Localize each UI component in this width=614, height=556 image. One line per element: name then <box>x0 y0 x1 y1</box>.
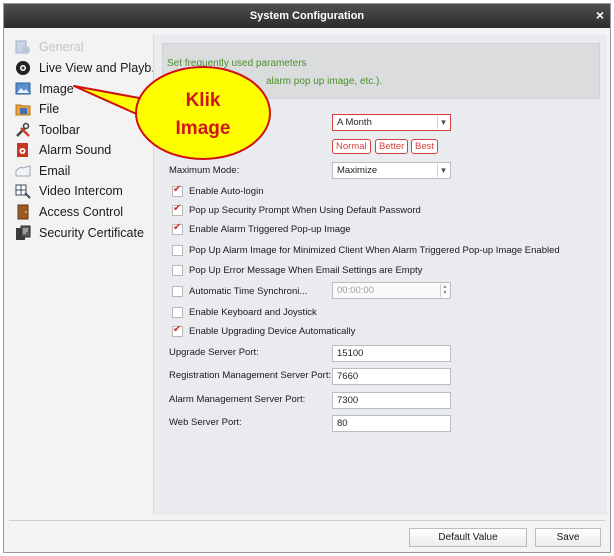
sidebar-item-label: Image <box>39 82 74 96</box>
checkbox-icon <box>172 324 183 337</box>
tools-icon <box>16 122 30 137</box>
sidebar-item-label: Alarm Sound <box>39 143 112 157</box>
checkbox-label: Enable Alarm Triggered Pop-up Image <box>189 223 351 235</box>
time-sync-input[interactable]: 00:00:00 ▲ ▼ <box>332 282 451 299</box>
maximum-mode-value: Maximize <box>337 165 378 176</box>
auto-login-checkbox[interactable]: Enable Auto-login <box>172 184 263 198</box>
checkbox-label: Enable Auto-login <box>189 185 264 197</box>
alarm-port-input[interactable]: 7300 <box>332 392 451 409</box>
maximum-mode-select[interactable]: Maximize ▼ <box>332 162 451 179</box>
sidebar: General Live View and Playb... Image Fil… <box>9 35 154 515</box>
performance-normal-button[interactable]: Normal <box>332 139 371 154</box>
log-period-value: A Month <box>337 117 372 128</box>
window-title: System Configuration <box>249 10 365 22</box>
checkbox-icon <box>172 184 183 197</box>
checkbox-icon <box>172 244 183 256</box>
alarm-port-label: Alarm Management Server Port: <box>169 394 306 405</box>
checkbox-label: Pop Up Alarm Image for Minimized Client … <box>189 244 560 256</box>
checkbox-icon <box>172 306 183 318</box>
chevron-down-icon: ▼ <box>437 164 449 177</box>
system-configuration-window: System Configuration × General Live View… <box>3 3 611 553</box>
access-control-icon <box>17 204 29 220</box>
registration-port-label: Registration Management Server Port: <box>169 370 332 381</box>
checkbox-icon <box>172 222 183 235</box>
web-port-label: Web Server Port: <box>169 417 242 428</box>
alarm-sound-icon <box>17 143 28 157</box>
time-sync-value: 00:00:00 <box>337 285 374 296</box>
sidebar-item-video-intercom[interactable]: Video Intercom <box>15 181 154 201</box>
upgrade-port-input[interactable]: 15100 <box>332 345 451 362</box>
email-icon <box>15 165 31 177</box>
web-port-input[interactable]: 80 <box>332 415 451 432</box>
registration-port-input[interactable]: 7660 <box>332 368 451 385</box>
sidebar-item-label: Toolbar <box>39 123 80 137</box>
sidebar-item-live-view[interactable]: Live View and Playb... <box>15 58 154 78</box>
checkbox-icon <box>172 264 183 276</box>
auto-upgrade-checkbox[interactable]: Enable Upgrading Device Automatically <box>172 324 355 338</box>
sidebar-item-general[interactable]: General <box>15 37 154 57</box>
intercom-icon <box>15 184 31 199</box>
image-icon <box>15 82 31 95</box>
log-period-select[interactable]: A Month ▼ <box>332 114 451 131</box>
title-bar: System Configuration × <box>4 4 610 28</box>
performance-best-button[interactable]: Best <box>411 139 439 154</box>
callout-text-line-2: Image <box>175 118 231 139</box>
minimized-client-popup-checkbox[interactable]: Pop Up Alarm Image for Minimized Client … <box>172 243 560 257</box>
sidebar-item-email[interactable]: Email <box>15 161 154 181</box>
callout-text-line-1: Klik <box>185 90 221 111</box>
checkbox-label: Pop Up Error Message When Email Settings… <box>189 264 423 276</box>
sidebar-item-label: Email <box>39 164 71 178</box>
sidebar-item-label: Access Control <box>39 205 124 219</box>
tip-line-2: alarm pop up image, etc.). <box>266 76 383 87</box>
checkbox-icon <box>172 285 183 297</box>
sidebar-item-alarm-sound[interactable]: Alarm Sound <box>15 140 154 160</box>
spinner-icon: ▲ ▼ <box>440 284 449 297</box>
footer-divider <box>9 520 605 521</box>
checkbox-label: Enable Upgrading Device Automatically <box>189 325 356 337</box>
time-sync-checkbox[interactable]: Automatic Time Synchroni... <box>172 284 307 298</box>
folder-icon <box>15 104 31 116</box>
sidebar-item-label: Live View and Playb... <box>39 61 154 75</box>
security-prompt-checkbox[interactable]: Pop up Security Prompt When Using Defaul… <box>172 203 421 217</box>
checkbox-label: Enable Keyboard and Joystick <box>189 306 317 318</box>
sidebar-item-toolbar[interactable]: Toolbar <box>15 120 154 140</box>
tip-line-1: Set frequently used parameters <box>167 58 307 69</box>
sidebar-item-access-control[interactable]: Access Control <box>15 202 154 222</box>
checkbox-label: Pop up Security Prompt When Using Defaul… <box>189 204 421 216</box>
checkbox-icon <box>172 203 183 216</box>
sidebar-item-label: General <box>39 40 84 54</box>
sidebar-item-label: File <box>39 102 60 116</box>
general-icon <box>15 40 30 54</box>
save-button[interactable]: Save <box>535 528 601 547</box>
chevron-down-icon: ▼ <box>437 116 449 129</box>
upgrade-port-label: Upgrade Server Port: <box>169 347 259 358</box>
keyboard-joystick-checkbox[interactable]: Enable Keyboard and Joystick <box>172 305 317 319</box>
default-value-button[interactable]: Default Value <box>409 528 527 547</box>
checkbox-label: Automatic Time Synchroni... <box>189 285 308 297</box>
email-error-popup-checkbox[interactable]: Pop Up Error Message When Email Settings… <box>172 263 422 277</box>
sidebar-item-label: Video Intercom <box>39 184 123 198</box>
sidebar-item-label: Security Certificate <box>39 226 144 240</box>
certificate-icon <box>16 225 31 240</box>
close-icon[interactable]: × <box>596 7 604 23</box>
camera-icon <box>16 61 30 75</box>
performance-better-button[interactable]: Better <box>375 139 409 154</box>
sidebar-item-image[interactable]: Image <box>15 79 154 99</box>
alarm-popup-image-checkbox[interactable]: Enable Alarm Triggered Pop-up Image <box>172 222 351 236</box>
sidebar-item-file[interactable]: File <box>15 99 154 119</box>
sidebar-item-security-certificate[interactable]: Security Certificate <box>15 223 154 243</box>
maximum-mode-label: Maximum Mode: <box>169 165 240 176</box>
